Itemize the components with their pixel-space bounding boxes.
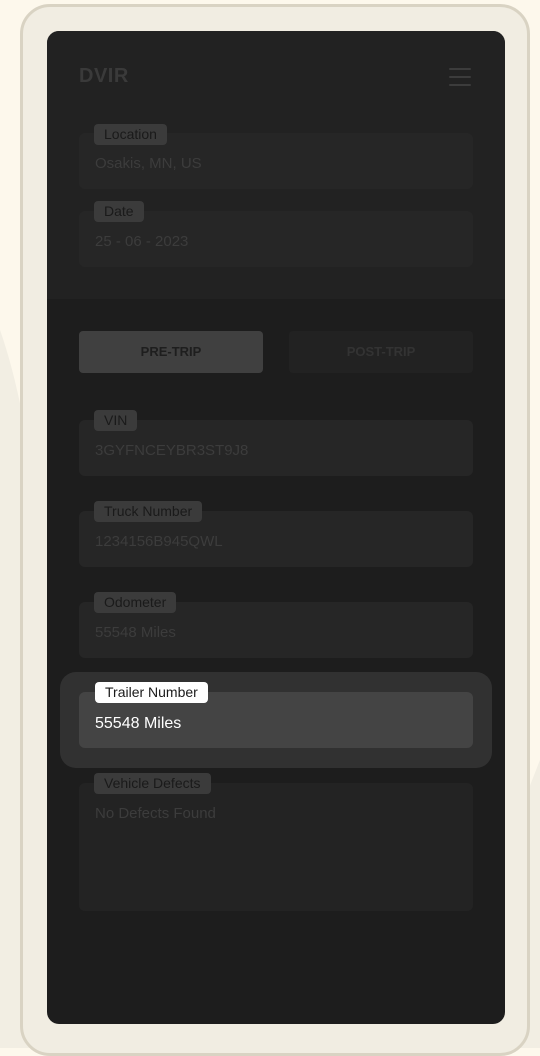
date-value: 25 - 06 - 2023 [95, 233, 189, 250]
tab-pre-trip[interactable]: PRE-TRIP [79, 331, 263, 373]
truck-number-label: Truck Number [94, 501, 203, 522]
vin-field[interactable]: 3GYFNCEYBR3ST9J8 [79, 420, 473, 476]
vin-label: VIN [94, 410, 138, 431]
header-area: DVIR Osakis, MN, US 25 - 06 - 2023 [47, 31, 505, 299]
trailer-number-label: Trailer Number [95, 682, 208, 703]
vehicle-defects-field[interactable]: No Defects Found [79, 783, 473, 911]
app-title: DVIR [79, 65, 129, 87]
truck-number-value: 1234156B945QWL [95, 533, 223, 550]
app-screen: DVIR Osakis, MN, US 25 - 06 - 2023 PRE-T… [47, 31, 505, 1024]
odometer-value: 55548 Miles [95, 624, 176, 641]
hamburger-menu-icon[interactable] [449, 68, 471, 86]
trailer-number-value: 55548 Miles [95, 715, 182, 732]
location-value: Osakis, MN, US [95, 155, 202, 172]
odometer-label: Odometer [94, 592, 177, 613]
vehicle-defects-value: No Defects Found [95, 805, 216, 822]
vehicle-defects-label: Vehicle Defects [94, 773, 211, 794]
location-label: Location [94, 124, 167, 145]
vin-value: 3GYFNCEYBR3ST9J8 [95, 442, 249, 459]
tab-post-trip[interactable]: POST-TRIP [289, 331, 473, 373]
date-label: Date [94, 201, 144, 222]
